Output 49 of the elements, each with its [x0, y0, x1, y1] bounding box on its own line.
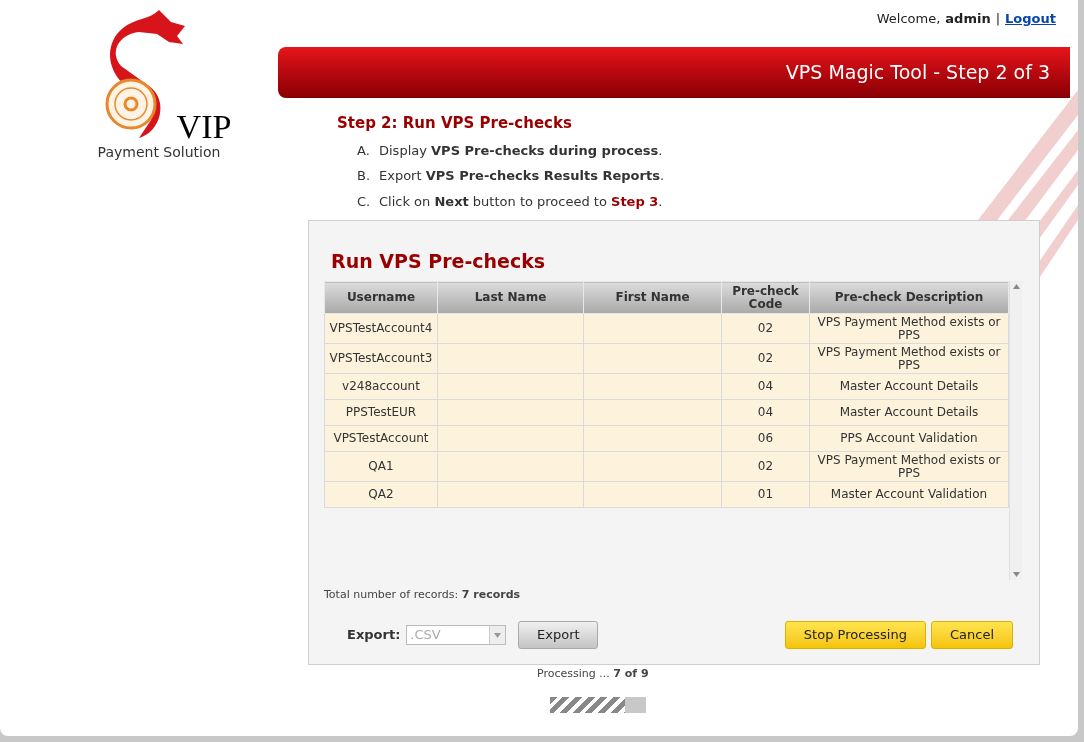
table-cell: 02 — [757, 351, 774, 365]
cancel-button[interactable]: Cancel — [930, 621, 1013, 649]
step-instruction: Click on Next button to proceed to Step 3. — [379, 192, 663, 211]
processing-status-text: Processing ... 7 of 9 — [537, 666, 650, 682]
list-marker: B. — [357, 167, 372, 185]
table-cell: 01 — [757, 487, 774, 501]
list-marker: A. — [357, 141, 371, 160]
column-header[interactable]: Pre-check Description — [809, 281, 1009, 314]
scrollbar[interactable] — [1009, 281, 1022, 580]
table-cell: PPSTestEUR — [345, 405, 417, 419]
table-cell: 04 — [757, 379, 774, 393]
export-label: Export: — [347, 626, 401, 645]
welcome-text: Welcome, — [876, 10, 941, 29]
separator: | — [995, 10, 1001, 29]
logout-link[interactable]: Logout — [1005, 9, 1056, 29]
step-instruction: Display VPS Pre-checks during process. — [379, 141, 663, 160]
table-cell: VPSTestAccount3 — [329, 351, 433, 365]
logo-brand: VIP — [176, 110, 232, 144]
logo-tagline: Payment Solution — [97, 143, 221, 162]
table-cell: 06 — [757, 431, 774, 445]
table-cell: Master Account Details — [839, 379, 979, 393]
column-header[interactable]: Pre-check Code — [721, 281, 810, 314]
table-cell: 04 — [757, 405, 774, 419]
table-cell: Master Account Validation — [830, 487, 988, 501]
table-cell: QA1 — [368, 459, 394, 473]
table-cell: PPS Account Validation — [840, 431, 978, 445]
table-cell: Master Account Details — [839, 405, 979, 419]
scroll-up-icon[interactable] — [1012, 284, 1020, 289]
scroll-down-icon[interactable] — [1012, 572, 1020, 577]
step-instruction: Export VPS Pre-checks Results Reports. — [379, 167, 665, 185]
column-header[interactable]: First Name — [583, 281, 722, 314]
table-cell: 02 — [757, 321, 774, 335]
user-name: admin — [945, 10, 991, 29]
banner-title: VPS Magic Tool - Step 2 of 3 — [785, 60, 1050, 86]
stop-processing-button[interactable]: Stop Processing — [784, 621, 926, 649]
table-cell: QA2 — [368, 487, 394, 501]
step-title: Step 2: Run VPS Pre-checks — [337, 113, 573, 134]
table-cell: 02 — [757, 459, 774, 473]
table-cell: v248account — [342, 379, 420, 393]
table-cell: VPSTestAccount — [333, 431, 429, 445]
table-cell: VPS Payment Method exists or PPS — [817, 314, 1001, 342]
list-marker: C. — [357, 192, 372, 211]
column-header[interactable]: Username — [324, 281, 438, 314]
table-cell: VPS Payment Method exists or PPS — [817, 344, 1001, 372]
table-cell: VPSTestAccount4 — [329, 321, 433, 335]
panel-title: Run VPS Pre-checks — [331, 249, 546, 274]
table-cell: VPS Payment Method exists or PPS — [817, 452, 1001, 480]
column-header[interactable]: Last Name — [437, 281, 584, 314]
total-records-text: Total number of records: 7 records — [324, 587, 521, 603]
